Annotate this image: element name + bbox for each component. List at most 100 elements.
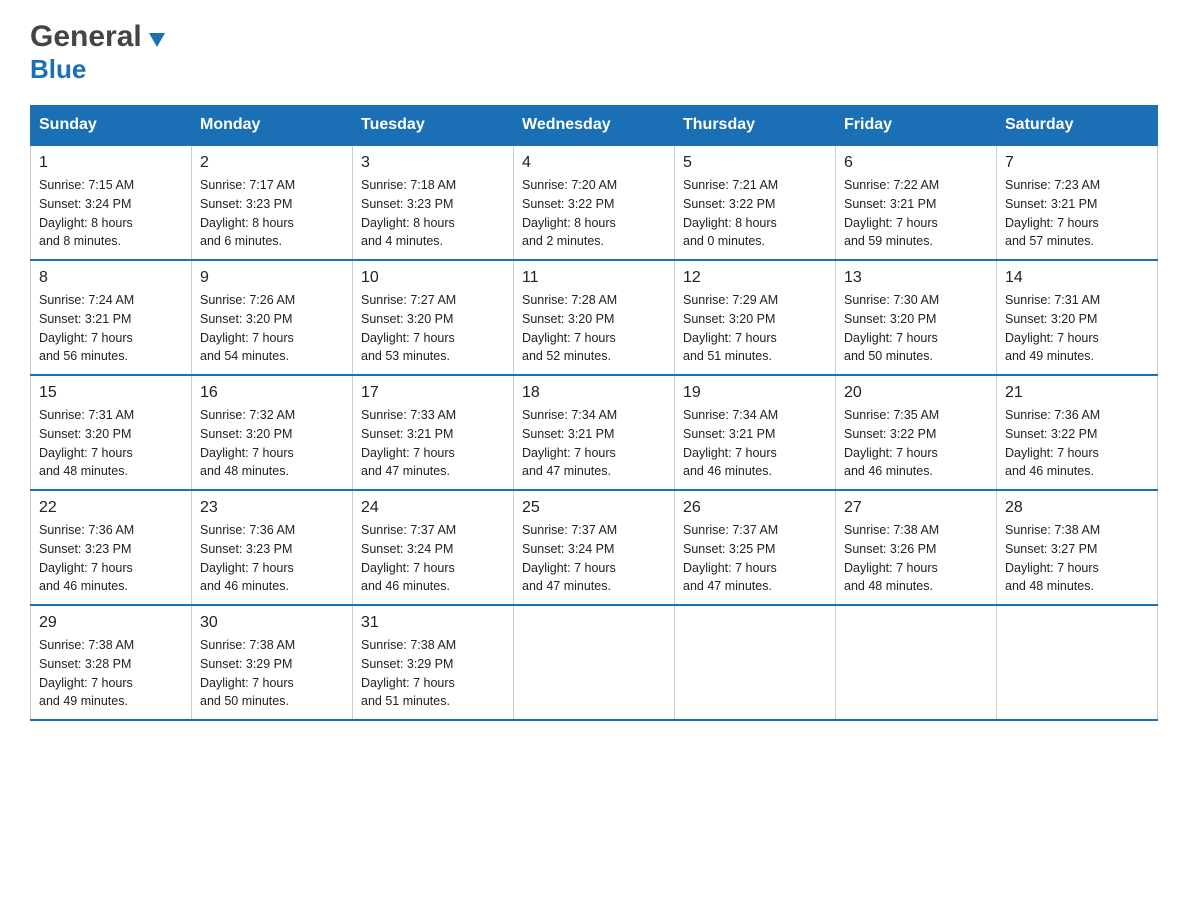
calendar-cell: 28 Sunrise: 7:38 AMSunset: 3:27 PMDaylig… [997, 490, 1158, 605]
day-info: Sunrise: 7:18 AMSunset: 3:23 PMDaylight:… [361, 176, 505, 251]
day-number: 2 [200, 154, 344, 172]
day-info: Sunrise: 7:38 AMSunset: 3:26 PMDaylight:… [844, 521, 988, 596]
calendar-cell: 19 Sunrise: 7:34 AMSunset: 3:21 PMDaylig… [675, 375, 836, 490]
logo-blue-text: Blue [30, 54, 86, 84]
day-info: Sunrise: 7:24 AMSunset: 3:21 PMDaylight:… [39, 291, 183, 366]
day-info: Sunrise: 7:33 AMSunset: 3:21 PMDaylight:… [361, 406, 505, 481]
day-number: 21 [1005, 384, 1149, 402]
calendar-cell: 17 Sunrise: 7:33 AMSunset: 3:21 PMDaylig… [353, 375, 514, 490]
logo: General Blue [30, 20, 167, 85]
day-number: 15 [39, 384, 183, 402]
day-info: Sunrise: 7:30 AMSunset: 3:20 PMDaylight:… [844, 291, 988, 366]
day-number: 26 [683, 499, 827, 517]
calendar-cell: 2 Sunrise: 7:17 AMSunset: 3:23 PMDayligh… [192, 145, 353, 260]
day-number: 16 [200, 384, 344, 402]
calendar-cell: 16 Sunrise: 7:32 AMSunset: 3:20 PMDaylig… [192, 375, 353, 490]
day-info: Sunrise: 7:34 AMSunset: 3:21 PMDaylight:… [522, 406, 666, 481]
day-info: Sunrise: 7:15 AMSunset: 3:24 PMDaylight:… [39, 176, 183, 251]
day-number: 20 [844, 384, 988, 402]
calendar-cell: 12 Sunrise: 7:29 AMSunset: 3:20 PMDaylig… [675, 260, 836, 375]
logo-triangle-icon [147, 29, 167, 54]
weekday-header-monday: Monday [192, 106, 353, 146]
day-info: Sunrise: 7:23 AMSunset: 3:21 PMDaylight:… [1005, 176, 1149, 251]
day-number: 14 [1005, 269, 1149, 287]
day-number: 10 [361, 269, 505, 287]
weekday-header-wednesday: Wednesday [514, 106, 675, 146]
day-info: Sunrise: 7:36 AMSunset: 3:23 PMDaylight:… [200, 521, 344, 596]
calendar-cell [514, 605, 675, 720]
day-number: 4 [522, 154, 666, 172]
day-info: Sunrise: 7:38 AMSunset: 3:27 PMDaylight:… [1005, 521, 1149, 596]
day-info: Sunrise: 7:37 AMSunset: 3:25 PMDaylight:… [683, 521, 827, 596]
day-number: 17 [361, 384, 505, 402]
day-number: 30 [200, 614, 344, 632]
day-number: 18 [522, 384, 666, 402]
day-info: Sunrise: 7:27 AMSunset: 3:20 PMDaylight:… [361, 291, 505, 366]
calendar-cell [675, 605, 836, 720]
calendar-cell [997, 605, 1158, 720]
calendar-cell: 15 Sunrise: 7:31 AMSunset: 3:20 PMDaylig… [31, 375, 192, 490]
calendar-week-row: 29 Sunrise: 7:38 AMSunset: 3:28 PMDaylig… [31, 605, 1158, 720]
day-number: 11 [522, 269, 666, 287]
day-info: Sunrise: 7:38 AMSunset: 3:29 PMDaylight:… [361, 636, 505, 711]
day-number: 28 [1005, 499, 1149, 517]
day-info: Sunrise: 7:37 AMSunset: 3:24 PMDaylight:… [361, 521, 505, 596]
day-info: Sunrise: 7:38 AMSunset: 3:28 PMDaylight:… [39, 636, 183, 711]
day-info: Sunrise: 7:34 AMSunset: 3:21 PMDaylight:… [683, 406, 827, 481]
day-info: Sunrise: 7:36 AMSunset: 3:22 PMDaylight:… [1005, 406, 1149, 481]
calendar-cell: 24 Sunrise: 7:37 AMSunset: 3:24 PMDaylig… [353, 490, 514, 605]
calendar-table: SundayMondayTuesdayWednesdayThursdayFrid… [30, 105, 1158, 721]
calendar-cell: 26 Sunrise: 7:37 AMSunset: 3:25 PMDaylig… [675, 490, 836, 605]
calendar-cell: 8 Sunrise: 7:24 AMSunset: 3:21 PMDayligh… [31, 260, 192, 375]
page-header: General Blue [30, 20, 1158, 85]
day-number: 19 [683, 384, 827, 402]
calendar-header: SundayMondayTuesdayWednesdayThursdayFrid… [31, 106, 1158, 146]
calendar-week-row: 15 Sunrise: 7:31 AMSunset: 3:20 PMDaylig… [31, 375, 1158, 490]
calendar-cell: 1 Sunrise: 7:15 AMSunset: 3:24 PMDayligh… [31, 145, 192, 260]
calendar-cell: 22 Sunrise: 7:36 AMSunset: 3:23 PMDaylig… [31, 490, 192, 605]
calendar-cell: 4 Sunrise: 7:20 AMSunset: 3:22 PMDayligh… [514, 145, 675, 260]
calendar-cell: 6 Sunrise: 7:22 AMSunset: 3:21 PMDayligh… [836, 145, 997, 260]
calendar-cell: 11 Sunrise: 7:28 AMSunset: 3:20 PMDaylig… [514, 260, 675, 375]
calendar-cell: 21 Sunrise: 7:36 AMSunset: 3:22 PMDaylig… [997, 375, 1158, 490]
day-number: 22 [39, 499, 183, 517]
day-info: Sunrise: 7:31 AMSunset: 3:20 PMDaylight:… [1005, 291, 1149, 366]
day-info: Sunrise: 7:29 AMSunset: 3:20 PMDaylight:… [683, 291, 827, 366]
calendar-cell: 30 Sunrise: 7:38 AMSunset: 3:29 PMDaylig… [192, 605, 353, 720]
day-number: 27 [844, 499, 988, 517]
day-info: Sunrise: 7:36 AMSunset: 3:23 PMDaylight:… [39, 521, 183, 596]
day-info: Sunrise: 7:22 AMSunset: 3:21 PMDaylight:… [844, 176, 988, 251]
calendar-cell: 20 Sunrise: 7:35 AMSunset: 3:22 PMDaylig… [836, 375, 997, 490]
calendar-week-row: 8 Sunrise: 7:24 AMSunset: 3:21 PMDayligh… [31, 260, 1158, 375]
calendar-cell: 10 Sunrise: 7:27 AMSunset: 3:20 PMDaylig… [353, 260, 514, 375]
day-number: 29 [39, 614, 183, 632]
calendar-cell: 3 Sunrise: 7:18 AMSunset: 3:23 PMDayligh… [353, 145, 514, 260]
day-info: Sunrise: 7:21 AMSunset: 3:22 PMDaylight:… [683, 176, 827, 251]
calendar-cell: 9 Sunrise: 7:26 AMSunset: 3:20 PMDayligh… [192, 260, 353, 375]
calendar-week-row: 1 Sunrise: 7:15 AMSunset: 3:24 PMDayligh… [31, 145, 1158, 260]
weekday-header-saturday: Saturday [997, 106, 1158, 146]
calendar-cell: 5 Sunrise: 7:21 AMSunset: 3:22 PMDayligh… [675, 145, 836, 260]
calendar-cell: 31 Sunrise: 7:38 AMSunset: 3:29 PMDaylig… [353, 605, 514, 720]
day-number: 13 [844, 269, 988, 287]
day-number: 12 [683, 269, 827, 287]
weekday-header-friday: Friday [836, 106, 997, 146]
weekday-header-row: SundayMondayTuesdayWednesdayThursdayFrid… [31, 106, 1158, 146]
calendar-cell: 27 Sunrise: 7:38 AMSunset: 3:26 PMDaylig… [836, 490, 997, 605]
weekday-header-tuesday: Tuesday [353, 106, 514, 146]
day-number: 8 [39, 269, 183, 287]
day-info: Sunrise: 7:31 AMSunset: 3:20 PMDaylight:… [39, 406, 183, 481]
day-number: 24 [361, 499, 505, 517]
day-number: 7 [1005, 154, 1149, 172]
day-number: 9 [200, 269, 344, 287]
weekday-header-thursday: Thursday [675, 106, 836, 146]
calendar-cell: 25 Sunrise: 7:37 AMSunset: 3:24 PMDaylig… [514, 490, 675, 605]
day-number: 6 [844, 154, 988, 172]
calendar-cell: 29 Sunrise: 7:38 AMSunset: 3:28 PMDaylig… [31, 605, 192, 720]
calendar-cell: 23 Sunrise: 7:36 AMSunset: 3:23 PMDaylig… [192, 490, 353, 605]
calendar-cell: 14 Sunrise: 7:31 AMSunset: 3:20 PMDaylig… [997, 260, 1158, 375]
day-number: 23 [200, 499, 344, 517]
day-info: Sunrise: 7:32 AMSunset: 3:20 PMDaylight:… [200, 406, 344, 481]
day-info: Sunrise: 7:17 AMSunset: 3:23 PMDaylight:… [200, 176, 344, 251]
day-number: 31 [361, 614, 505, 632]
